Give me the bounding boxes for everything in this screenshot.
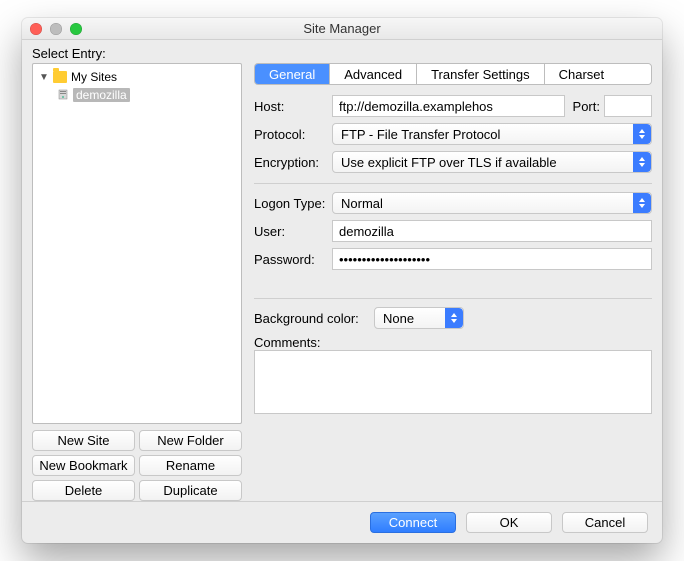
disclosure-triangle-icon[interactable]: ▼ — [39, 72, 49, 83]
password-input[interactable] — [332, 248, 652, 270]
tree-folder-row[interactable]: ▼ My Sites — [33, 68, 241, 86]
chevron-updown-icon — [633, 152, 651, 172]
window-title: Site Manager — [303, 21, 380, 36]
ok-button[interactable]: OK — [466, 512, 552, 533]
window-controls — [30, 23, 82, 35]
divider — [254, 183, 652, 184]
password-label: Password: — [254, 252, 332, 267]
minimize-icon — [50, 23, 62, 35]
titlebar: Site Manager — [22, 18, 662, 40]
site-manager-window: Site Manager Select Entry: ▼ My Sites de… — [22, 18, 662, 543]
comments-textarea[interactable] — [254, 350, 652, 414]
bgcolor-label: Background color: — [254, 311, 374, 326]
new-site-button[interactable]: New Site — [32, 430, 135, 451]
user-label: User: — [254, 224, 332, 239]
tree-folder-label: My Sites — [71, 70, 117, 84]
chevron-updown-icon — [633, 124, 651, 144]
protocol-label: Protocol: — [254, 127, 332, 142]
tab-general[interactable]: General — [255, 64, 330, 84]
protocol-select[interactable]: FTP - File Transfer Protocol — [332, 123, 652, 145]
general-form: Host: Port: Protocol: FTP - File Transfe… — [254, 85, 652, 417]
user-input[interactable] — [332, 220, 652, 242]
settings-tabs: General Advanced Transfer Settings Chars… — [254, 63, 652, 85]
new-folder-button[interactable]: New Folder — [139, 430, 242, 451]
content-area: Select Entry: ▼ My Sites demozilla — [22, 40, 662, 543]
entry-tree[interactable]: ▼ My Sites demozilla — [32, 63, 242, 424]
tab-transfer-settings[interactable]: Transfer Settings — [417, 64, 545, 84]
host-input[interactable] — [332, 95, 565, 117]
right-panel: General Advanced Transfer Settings Chars… — [242, 63, 652, 501]
divider — [254, 298, 652, 299]
logon-type-select[interactable]: Normal — [332, 192, 652, 214]
host-label: Host: — [254, 99, 332, 114]
select-entry-label: Select Entry: — [22, 40, 662, 63]
delete-button[interactable]: Delete — [32, 480, 135, 501]
tree-site-label: demozilla — [73, 88, 130, 102]
connect-button[interactable]: Connect — [370, 512, 456, 533]
left-panel: ▼ My Sites demozilla New Site New Folder — [32, 63, 242, 501]
encryption-select[interactable]: Use explicit FTP over TLS if available — [332, 151, 652, 173]
chevron-updown-icon — [633, 193, 651, 213]
encryption-label: Encryption: — [254, 155, 332, 170]
zoom-icon[interactable] — [70, 23, 82, 35]
bgcolor-select[interactable]: None — [374, 307, 464, 329]
duplicate-button[interactable]: Duplicate — [139, 480, 242, 501]
rename-button[interactable]: Rename — [139, 455, 242, 476]
tab-advanced[interactable]: Advanced — [330, 64, 417, 84]
dialog-footer: Connect OK Cancel — [22, 501, 662, 543]
port-input[interactable] — [604, 95, 652, 117]
close-icon[interactable] — [30, 23, 42, 35]
logon-type-label: Logon Type: — [254, 196, 332, 211]
comments-label: Comments: — [254, 335, 652, 350]
server-icon — [57, 89, 69, 101]
entry-buttons: New Site New Folder New Bookmark Rename … — [32, 430, 242, 501]
tree-site-row[interactable]: demozilla — [33, 86, 241, 104]
port-label: Port: — [573, 99, 600, 114]
chevron-updown-icon — [445, 308, 463, 328]
new-bookmark-button[interactable]: New Bookmark — [32, 455, 135, 476]
tab-charset[interactable]: Charset — [545, 64, 651, 84]
folder-icon — [53, 71, 67, 83]
cancel-button[interactable]: Cancel — [562, 512, 648, 533]
